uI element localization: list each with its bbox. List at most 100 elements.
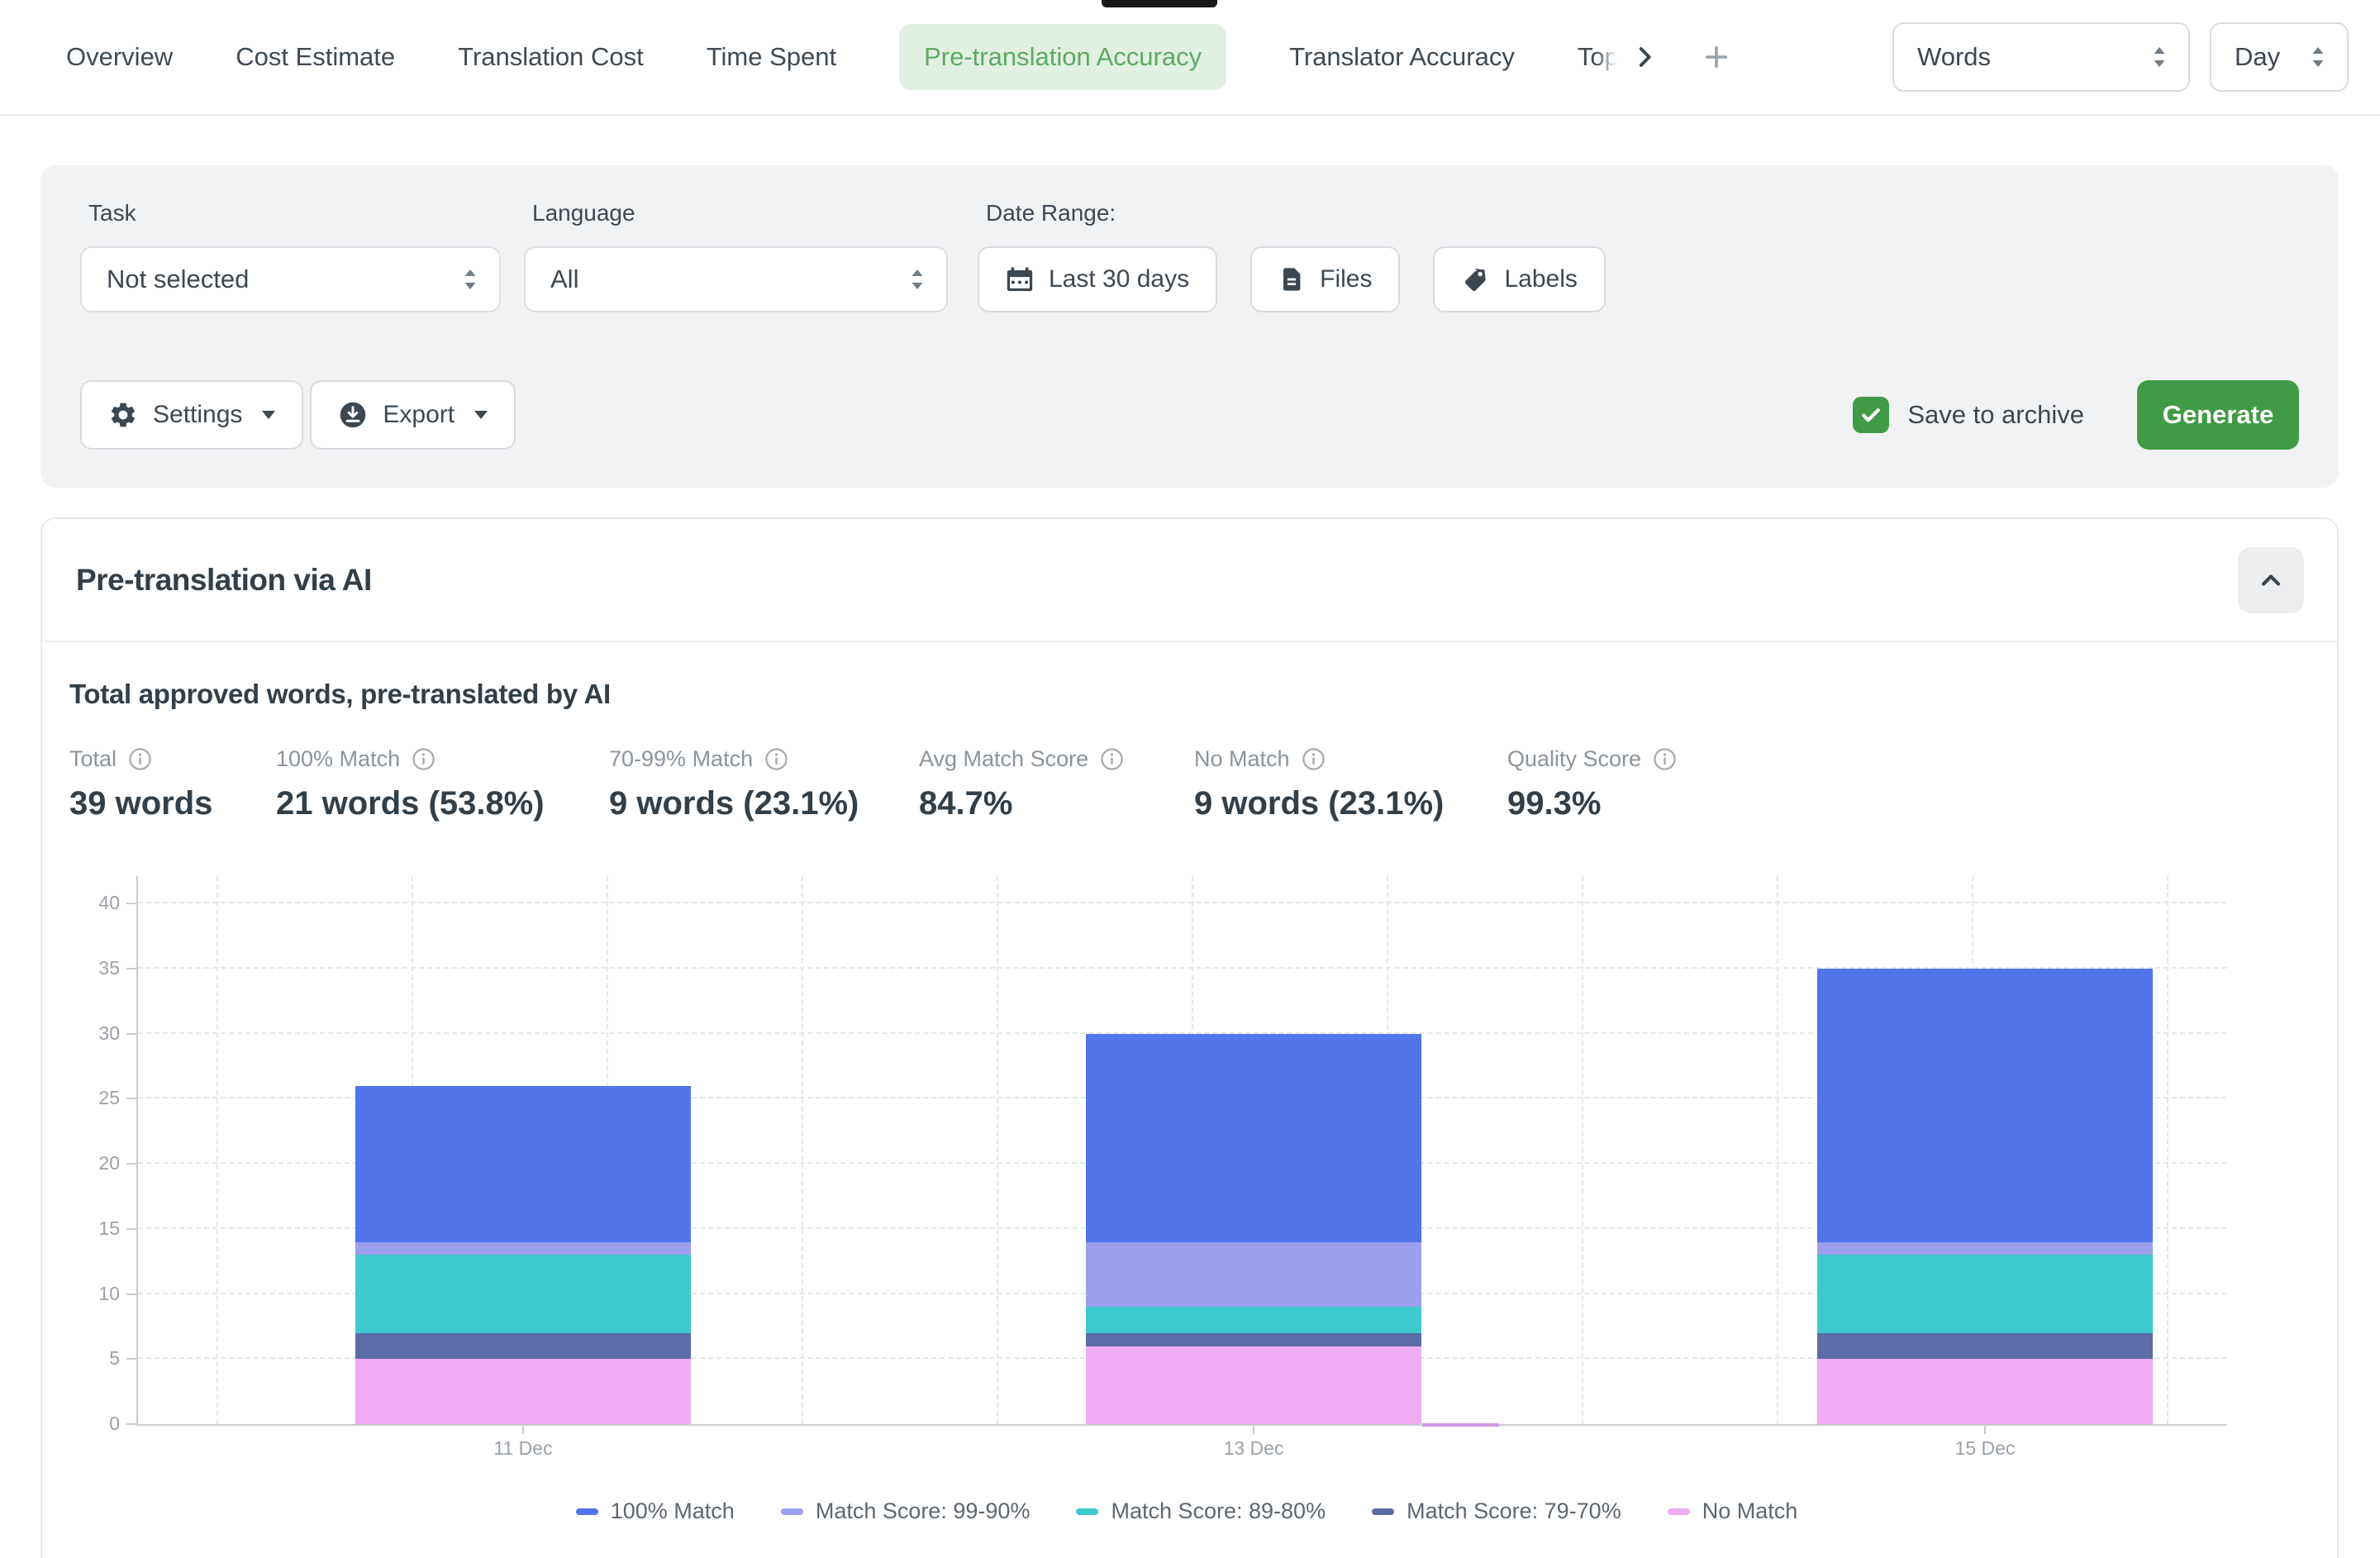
add-tab-button[interactable] bbox=[1702, 42, 1731, 72]
up-down-arrows-icon bbox=[908, 267, 926, 292]
tab-overview[interactable]: Overview bbox=[66, 42, 173, 72]
language-select[interactable]: All bbox=[524, 246, 948, 312]
unit-select[interactable]: Words bbox=[1892, 22, 2190, 92]
bar-segment-match-score-79-70 bbox=[355, 1333, 691, 1360]
v-gridline bbox=[997, 876, 998, 1424]
stat-value: 21 words (53.8%) bbox=[276, 785, 609, 822]
legend-marker bbox=[1372, 1508, 1394, 1515]
y-axis-label: 15 bbox=[77, 1217, 120, 1240]
tab-translation-cost[interactable]: Translation Cost bbox=[458, 42, 644, 72]
y-axis-tick bbox=[126, 1163, 136, 1165]
checkmark-icon bbox=[1859, 403, 1883, 427]
y-axis-label: 25 bbox=[77, 1087, 120, 1109]
y-axis-tick bbox=[126, 1228, 136, 1230]
legend-marker bbox=[1076, 1508, 1098, 1515]
y-axis-tick bbox=[126, 1033, 136, 1035]
unit-select-value: Words bbox=[1917, 42, 1991, 72]
tab-pre-translation-accuracy[interactable]: Pre-translation Accuracy bbox=[899, 24, 1226, 90]
x-axis-label: 11 Dec bbox=[440, 1437, 606, 1460]
bar-11-dec[interactable] bbox=[355, 1086, 691, 1425]
top-notch-bar bbox=[1102, 0, 1217, 7]
stat-value: 9 words (23.1%) bbox=[609, 785, 919, 822]
legend-item-no-match[interactable]: No Match bbox=[1668, 1498, 1798, 1524]
bar-13-dec[interactable] bbox=[1086, 1034, 1421, 1425]
bar-segment-match-score-99-90 bbox=[1086, 1242, 1421, 1308]
legend-marker bbox=[1668, 1508, 1690, 1515]
tab-top[interactable]: Top bbox=[1578, 42, 1619, 72]
stat-avg-match-score: Avg Match Score84.7% bbox=[919, 746, 1194, 822]
legend-label: 100% Match bbox=[611, 1498, 735, 1524]
v-gridline bbox=[217, 876, 218, 1424]
stat-quality-score: Quality Score99.3% bbox=[1507, 746, 1677, 822]
export-button-label: Export bbox=[383, 401, 455, 429]
settings-button[interactable]: Settings bbox=[80, 380, 303, 450]
save-to-archive-checkbox[interactable] bbox=[1853, 397, 1889, 433]
up-down-arrows-icon bbox=[461, 267, 479, 292]
stat-value: 39 words bbox=[69, 785, 276, 822]
legend-item-match-score-79-70[interactable]: Match Score: 79-70% bbox=[1372, 1498, 1621, 1524]
bar-segment-match-score-89-80 bbox=[355, 1255, 691, 1333]
legend-item-match-score-89-80[interactable]: Match Score: 89-80% bbox=[1076, 1498, 1326, 1524]
v-gridline bbox=[1777, 876, 1778, 1424]
language-select-value: All bbox=[550, 264, 578, 294]
stat-value: 84.7% bbox=[919, 785, 1194, 822]
bar-segment-no-match bbox=[1817, 1359, 2153, 1424]
legend-item-100-match[interactable]: 100% Match bbox=[576, 1498, 735, 1524]
info-icon[interactable] bbox=[764, 747, 788, 771]
date-range-field: Date Range: Last 30 days Files bbox=[978, 195, 1606, 312]
labels-button[interactable]: Labels bbox=[1433, 246, 1605, 312]
chart-subtitle: Total approved words, pre-translated by … bbox=[69, 679, 2304, 710]
baseline-artifact bbox=[1422, 1423, 1499, 1427]
info-icon[interactable] bbox=[412, 747, 436, 771]
chevron-up-icon bbox=[2256, 565, 2286, 595]
tab-time-spent[interactable]: Time Spent bbox=[707, 42, 836, 72]
v-gridline bbox=[2167, 876, 2168, 1424]
bar-15-dec[interactable] bbox=[1817, 969, 2153, 1424]
tab-cost-estimate[interactable]: Cost Estimate bbox=[236, 42, 395, 72]
legend-label: Match Score: 99-90% bbox=[816, 1498, 1031, 1524]
stat-label: Quality Score bbox=[1507, 746, 1641, 772]
stat-label: Total bbox=[69, 746, 117, 772]
export-button[interactable]: Export bbox=[310, 380, 516, 450]
filter-panel: Task Not selected Language All bbox=[40, 165, 2339, 488]
legend-item-match-score-99-90[interactable]: Match Score: 99-90% bbox=[781, 1498, 1031, 1524]
legend-label: No Match bbox=[1702, 1498, 1798, 1524]
file-icon bbox=[1278, 265, 1305, 293]
tab-list: Overview Cost Estimate Translation Cost Tim… bbox=[66, 24, 1619, 90]
task-select[interactable]: Not selected bbox=[80, 246, 501, 312]
x-axis-label: 13 Dec bbox=[1171, 1437, 1336, 1460]
language-label: Language bbox=[532, 200, 948, 226]
up-down-arrows-icon bbox=[2150, 45, 2168, 69]
x-axis-label: 15 Dec bbox=[1902, 1437, 2068, 1460]
stat-total: Total 39 words bbox=[69, 746, 276, 822]
period-select-value: Day bbox=[2235, 42, 2280, 72]
h-gridline bbox=[138, 902, 2226, 903]
download-circle-icon bbox=[338, 400, 368, 430]
stat-value: 9 words (23.1%) bbox=[1194, 785, 1507, 822]
y-axis-label: 35 bbox=[77, 957, 120, 979]
legend-marker bbox=[576, 1508, 598, 1515]
x-axis-tick bbox=[1984, 1424, 1986, 1434]
y-axis-label: 10 bbox=[77, 1283, 120, 1305]
info-icon[interactable] bbox=[1302, 747, 1326, 771]
collapse-button[interactable] bbox=[2238, 547, 2304, 613]
caret-down-icon bbox=[474, 411, 488, 419]
bar-segment-match-score-89-80 bbox=[1817, 1255, 2153, 1333]
legend-label: Match Score: 89-80% bbox=[1111, 1498, 1326, 1524]
files-button[interactable]: Files bbox=[1250, 246, 1400, 312]
generate-button[interactable]: Generate bbox=[2137, 380, 2299, 450]
chevron-right-icon bbox=[1630, 43, 1659, 71]
bar-segment-100-match bbox=[1817, 969, 2153, 1242]
y-axis-label: 30 bbox=[77, 1022, 120, 1045]
tag-icon bbox=[1461, 265, 1489, 293]
dashboard-page: Overview Cost Estimate Translation Cost Tim… bbox=[0, 0, 2380, 1558]
date-range-button[interactable]: Last 30 days bbox=[978, 246, 1217, 312]
tab-overflow-button[interactable] bbox=[1630, 43, 1659, 71]
info-icon[interactable] bbox=[1653, 747, 1677, 771]
x-axis-tick bbox=[1253, 1424, 1254, 1434]
y-axis-label: 40 bbox=[77, 892, 120, 914]
tab-translator-accuracy[interactable]: Translator Accuracy bbox=[1289, 42, 1515, 72]
period-select[interactable]: Day bbox=[2210, 22, 2349, 92]
info-icon[interactable] bbox=[1100, 747, 1124, 771]
info-icon[interactable] bbox=[128, 747, 152, 771]
